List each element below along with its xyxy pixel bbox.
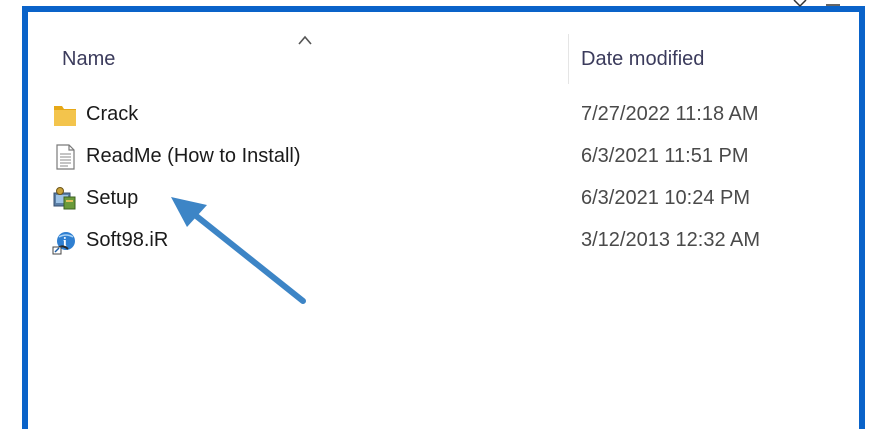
annotation-arrow-icon bbox=[171, 197, 306, 304]
file-row-soft98[interactable]: i Soft98.iR 3/12/2013 12:32 AM bbox=[28, 221, 859, 261]
file-row-setup[interactable]: Setup 6/3/2021 10:24 PM bbox=[28, 179, 859, 219]
file-date: 6/3/2021 11:51 PM bbox=[581, 145, 749, 167]
file-date: 3/12/2013 12:32 AM bbox=[581, 229, 761, 251]
file-date: 7/27/2022 11:18 AM bbox=[581, 103, 759, 125]
file-name: Setup bbox=[86, 187, 139, 209]
setup-installer-icon bbox=[53, 187, 76, 210]
window-controls-cropped-icon bbox=[793, 0, 840, 8]
file-row-readme[interactable]: ReadMe (How to Install) 6/3/2021 11:51 P… bbox=[28, 137, 859, 177]
folder-icon bbox=[54, 106, 76, 126]
sort-ascending-icon bbox=[298, 35, 312, 45]
column-header: Name Date modified bbox=[28, 12, 859, 92]
file-date: 6/3/2021 10:24 PM bbox=[581, 187, 751, 209]
frame-border-right bbox=[859, 6, 865, 429]
file-name: Soft98.iR bbox=[86, 229, 169, 251]
internet-shortcut-icon: i bbox=[52, 232, 75, 255]
file-row-crack[interactable]: Crack 7/27/2022 11:18 AM bbox=[28, 95, 859, 135]
text-file-icon bbox=[56, 144, 75, 170]
column-separator[interactable] bbox=[568, 34, 569, 84]
column-header-name[interactable]: Name bbox=[62, 48, 115, 71]
column-header-date-modified[interactable]: Date modified bbox=[581, 48, 704, 71]
screenshot-frame: Name Date modified Crack 7/27/2022 11:18… bbox=[0, 0, 869, 429]
file-name: Crack bbox=[86, 103, 139, 125]
file-name: ReadMe (How to Install) bbox=[86, 145, 301, 167]
